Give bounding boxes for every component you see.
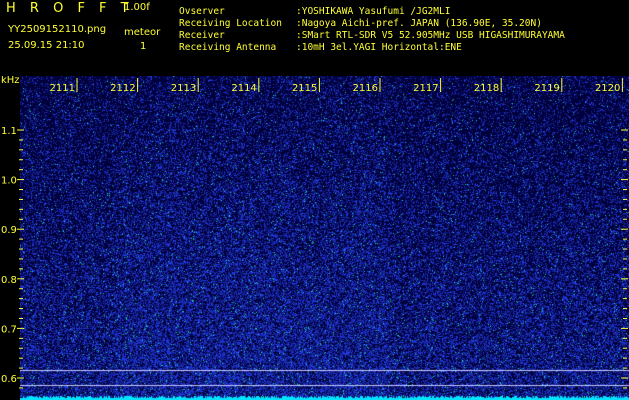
antenna-value: :10mH 3el.YAGI Horizontal:ENE: [296, 42, 462, 53]
header-panel: H R O F F T 1.00f YY2509152110.png meteo…: [0, 0, 629, 76]
x-tick-label: 2111: [50, 83, 75, 94]
receiver-label: Receiver: [179, 30, 225, 41]
observer-value: :YOSHIKAWA Yasufumi /JG2MLI: [296, 6, 451, 17]
x-tick-label: 2112: [110, 83, 135, 94]
y-tick-label: 0.6: [1, 374, 17, 385]
datetime-label: 25.09.15 21:10: [8, 40, 85, 51]
meteor-label: meteor: [124, 27, 161, 38]
location-value: :Nagoya Aichi-pref. JAPAN (136.90E, 35.2…: [296, 18, 542, 29]
y-tick-label: 0.8: [1, 275, 17, 286]
y-tick-label: 1.0: [1, 176, 17, 187]
x-tick-label: 2116: [353, 83, 378, 94]
receiver-value: :SMart RTL-SDR V5 52.905MHz USB HIGASHIM…: [296, 30, 565, 41]
y-unit-label: kHz: [1, 76, 20, 86]
x-tick-label: 2114: [231, 83, 256, 94]
location-label: Receiving Location: [179, 18, 282, 29]
x-tick-label: 2117: [413, 83, 438, 94]
y-tick-label: 1.1: [1, 126, 17, 137]
x-tick-label: 2115: [292, 83, 317, 94]
meteor-count: 1: [140, 41, 147, 52]
y-tick-label: 0.7: [1, 324, 17, 335]
y-axis-ticks: 1.1 1.0 0.9 0.8 0.7 0.6: [1, 126, 628, 389]
x-axis-ticks: 2111 2112 2113 2114 2115 2116 2117 2118 2119 2120: [50, 78, 623, 94]
version-label: 1.00f: [124, 2, 150, 13]
filename-label: YY2509152110.png: [8, 24, 107, 35]
x-tick-label: 2113: [171, 83, 196, 94]
y-tick-label: 0.9: [1, 225, 17, 236]
spectrogram-axes: kHz 2111 2112 2113 2114 2115 2116 2117 2118 2119…: [1, 76, 628, 389]
app-title: H R O F F T: [6, 1, 134, 16]
x-tick-label: 2119: [534, 83, 559, 94]
x-tick-label: 2118: [474, 83, 499, 94]
x-tick-label: 2120: [595, 83, 620, 94]
spectrogram-panel: kHz 2111 2112 2113 2114 2115 2116 2117 2118 2119…: [0, 76, 629, 400]
observer-label: Ovserver: [179, 6, 225, 17]
antenna-label: Receiving Antenna: [179, 42, 277, 53]
